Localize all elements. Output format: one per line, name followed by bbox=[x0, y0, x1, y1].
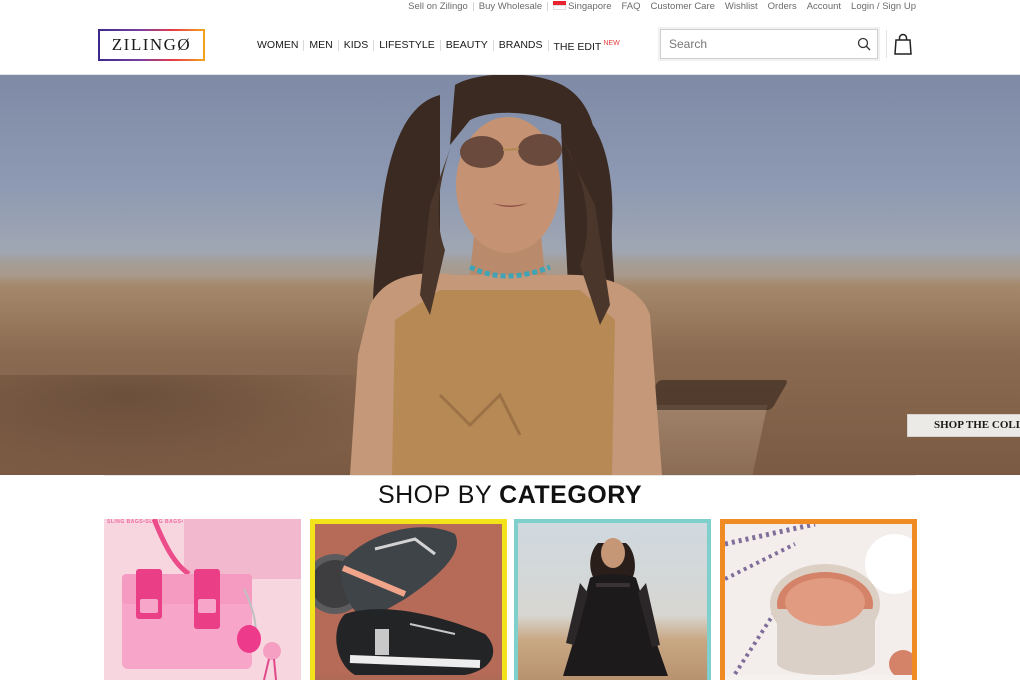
utility-link-wishlist[interactable]: Wishlist bbox=[720, 1, 763, 12]
singapore-flag-icon bbox=[553, 0, 567, 10]
category-tile-dresses[interactable] bbox=[514, 519, 711, 680]
section-title-light: SHOP BY bbox=[377, 481, 500, 509]
dress-model-image bbox=[563, 538, 668, 676]
divider bbox=[104, 475, 916, 476]
category-grid: SLING BAGS•SLING BAGS•SLING BAGS•SLING B… bbox=[104, 519, 917, 680]
nav-item-brands[interactable]: BRANDS bbox=[494, 40, 549, 51]
shopping-bag-icon[interactable] bbox=[893, 33, 913, 55]
utility-link-orders[interactable]: Orders bbox=[763, 1, 802, 12]
nav-item-the-edit[interactable]: THE EDIT NEW bbox=[549, 38, 625, 53]
search-box bbox=[660, 29, 878, 59]
utility-link-sell[interactable]: Sell on Zilingo bbox=[403, 1, 473, 12]
utility-link-customer-care[interactable]: Customer Care bbox=[646, 1, 720, 12]
site-header: ZILINGØ WOMEN MEN KIDS LIFESTYLE BEAUTY … bbox=[0, 14, 1020, 75]
utility-link-faq[interactable]: FAQ bbox=[616, 1, 645, 12]
new-badge: NEW bbox=[603, 40, 620, 47]
utility-link-login[interactable]: Login / Sign Up bbox=[846, 1, 921, 12]
hero-banner[interactable]: SHOP THE COLLECTION bbox=[0, 75, 1020, 475]
section-title-bold: CATEGORY bbox=[499, 481, 643, 509]
sneakers-image bbox=[315, 524, 502, 675]
shop-the-collection-button[interactable]: SHOP THE COLLECTION bbox=[907, 414, 1020, 437]
search-input[interactable] bbox=[661, 30, 841, 58]
country-label: Singapore bbox=[568, 0, 612, 12]
section-title: SHOP BY CATEGORY bbox=[0, 481, 1020, 510]
nav-item-lifestyle[interactable]: LIFESTYLE bbox=[374, 40, 441, 51]
utility-bar: Sell on Zilingo Buy Wholesale Singapore … bbox=[403, 0, 921, 12]
nav-item-label: THE EDIT bbox=[553, 41, 602, 53]
nav-item-women[interactable]: WOMEN bbox=[252, 40, 305, 51]
utility-link-country[interactable]: Singapore bbox=[548, 0, 616, 12]
utility-link-account[interactable]: Account bbox=[802, 1, 846, 12]
utility-link-wholesale[interactable]: Buy Wholesale bbox=[474, 1, 547, 12]
nav-item-men[interactable]: MEN bbox=[304, 40, 339, 51]
divider bbox=[886, 30, 887, 58]
cosmetics-jar-image bbox=[725, 524, 912, 675]
zilingo-logo[interactable]: ZILINGØ bbox=[98, 29, 205, 61]
nav-item-kids[interactable]: KIDS bbox=[339, 40, 375, 51]
nav-item-beauty[interactable]: BEAUTY bbox=[441, 40, 494, 51]
main-nav: WOMEN MEN KIDS LIFESTYLE BEAUTY BRANDS T… bbox=[252, 38, 625, 53]
category-tile-sling-bags[interactable]: SLING BAGS•SLING BAGS•SLING BAGS•SLING B… bbox=[104, 519, 301, 680]
search-icon[interactable] bbox=[857, 37, 871, 51]
category-tile-beauty[interactable] bbox=[720, 519, 917, 680]
hero-model-image bbox=[350, 75, 662, 475]
pink-bag-image bbox=[122, 519, 301, 680]
category-tile-sneakers[interactable] bbox=[310, 519, 507, 680]
